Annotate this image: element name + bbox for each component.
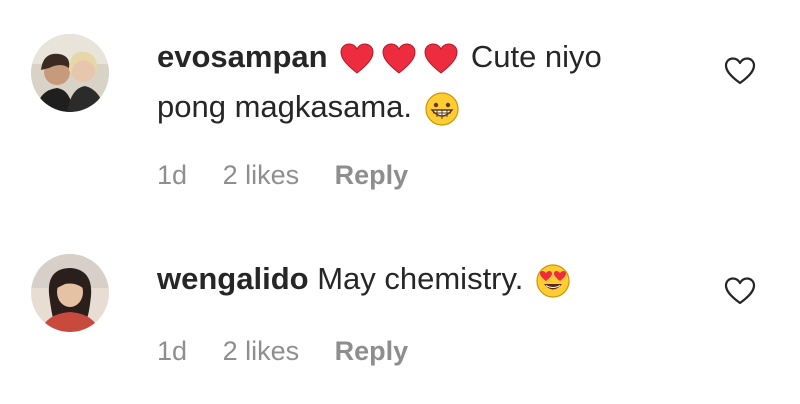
comment-time: 1d	[157, 160, 188, 190]
comment-text: evosampan Cute niyo pong magkasama.	[157, 32, 677, 132]
comment-text: wengalido May chemistry.	[157, 254, 677, 304]
reply-button[interactable]: Reply	[335, 160, 409, 191]
comment-likes[interactable]: 2 likes	[223, 336, 300, 367]
heart-outline-icon[interactable]	[724, 276, 756, 306]
comment-meta: 1d 2 likes Reply	[157, 336, 436, 367]
comment-text-line2: pong magkasama.	[157, 89, 413, 124]
comment-text-body: May chemistry.	[317, 261, 524, 296]
comment-time: 1d	[157, 336, 188, 366]
avatar[interactable]	[31, 254, 109, 332]
comment-item: evosampan Cute niyo pong magkasama. 1d 2	[0, 0, 800, 220]
red-heart-icon	[424, 42, 458, 76]
comment-username[interactable]: wengalido	[157, 261, 309, 296]
comment-meta: 1d 2 likes Reply	[157, 160, 436, 191]
reply-button[interactable]: Reply	[335, 336, 409, 367]
red-heart-icon	[340, 42, 374, 76]
comment-username[interactable]: evosampan	[157, 39, 328, 74]
grinning-face-icon	[425, 92, 459, 126]
comment-likes[interactable]: 2 likes	[223, 160, 300, 191]
heart-outline-icon[interactable]	[724, 56, 756, 86]
comment-item: wengalido May chemistry. 1d 2 likes Repl…	[0, 220, 800, 404]
comment-text-line1: Cute niyo	[470, 39, 602, 74]
red-heart-icon	[382, 42, 416, 76]
avatar[interactable]	[31, 34, 109, 112]
heart-eyes-face-icon	[536, 264, 570, 298]
